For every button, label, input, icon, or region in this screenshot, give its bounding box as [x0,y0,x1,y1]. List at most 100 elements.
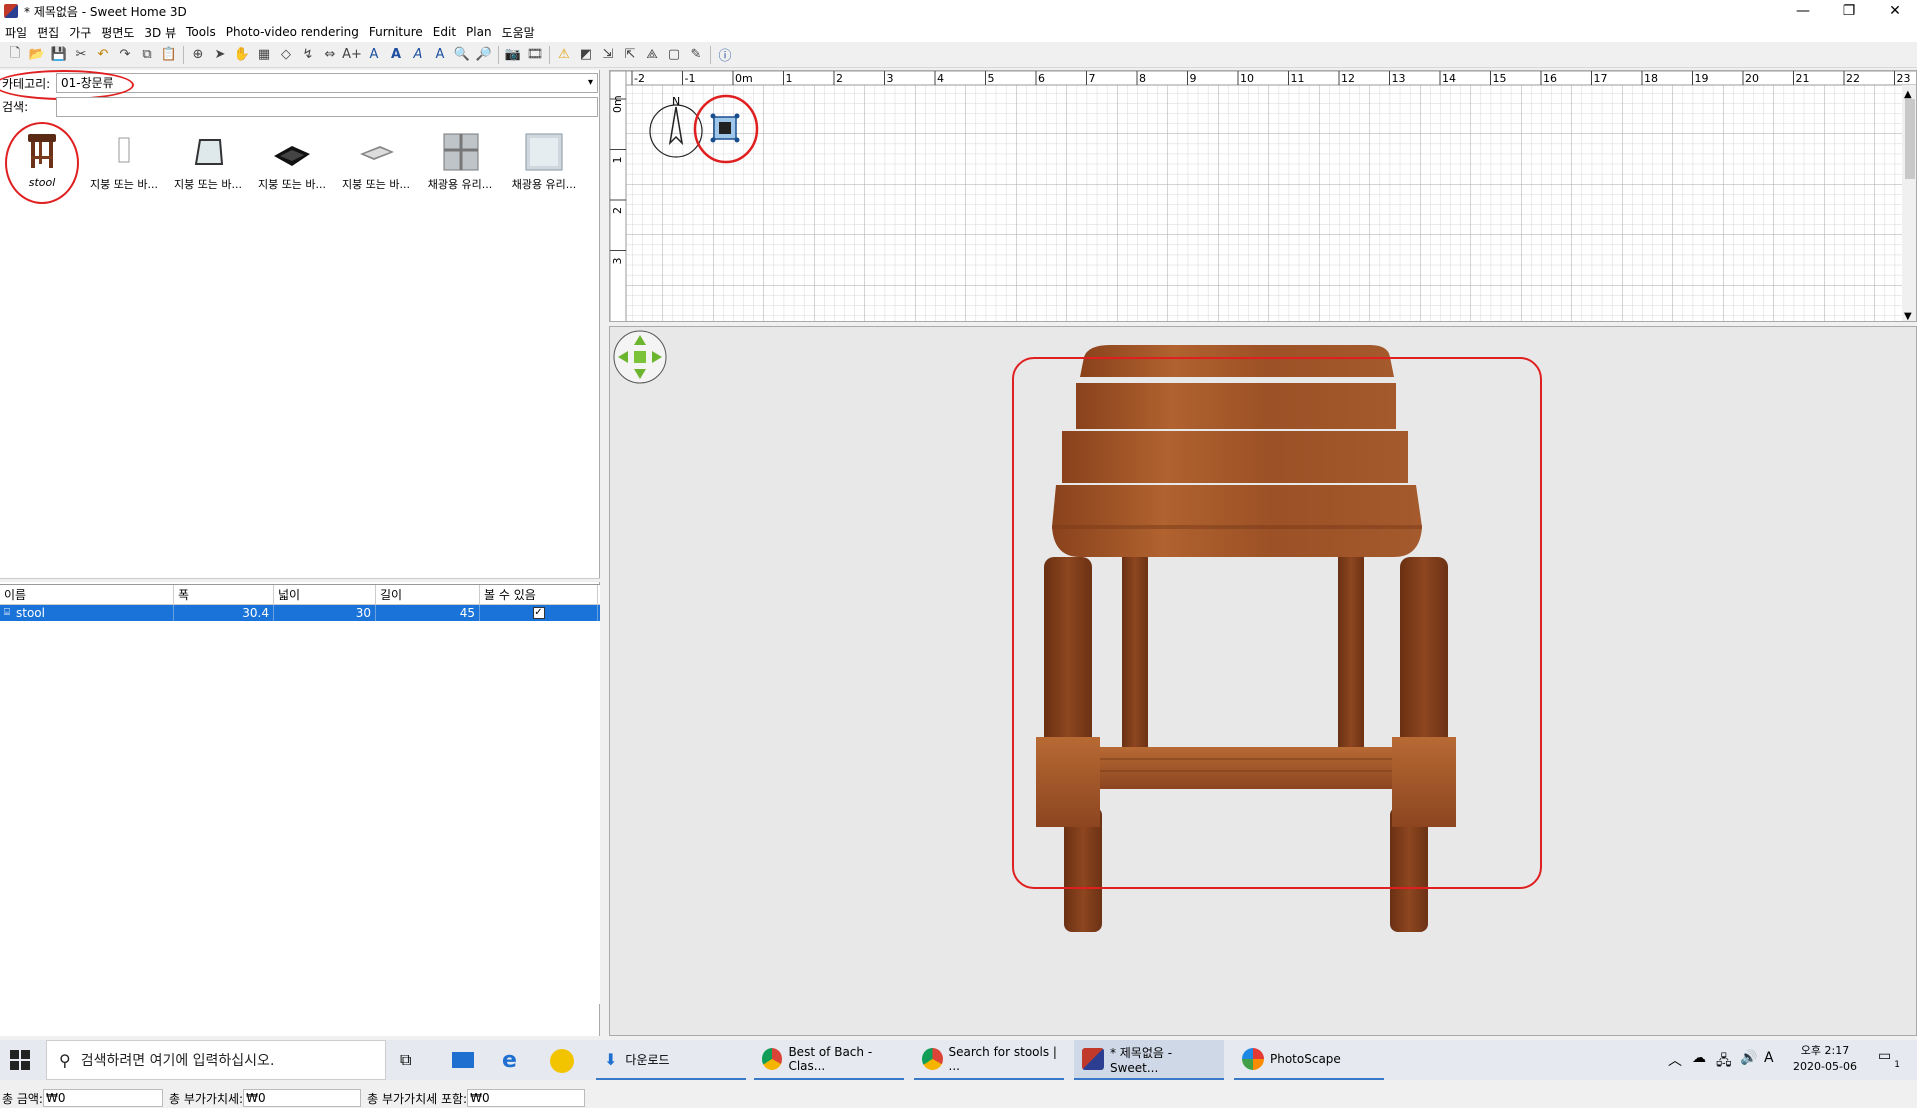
minimize-button[interactable]: — [1780,0,1826,22]
search-row: 검색: [0,96,600,118]
taskbar-app-sweet-home[interactable]: * 제목없음 - Sweet... [1074,1040,1224,1080]
menu-plan[interactable]: 평면도 [96,24,139,41]
column-height[interactable]: 길이 [376,585,480,604]
create-polylines-icon[interactable]: ↯ [297,45,319,65]
taskbar-app-photoscape[interactable]: PhotoScape [1234,1040,1384,1080]
windows-start-icon[interactable] [10,1050,30,1070]
navigation-arrows-icon[interactable] [613,330,667,384]
cut-icon[interactable]: ✂ [70,45,92,65]
ime-indicator[interactable]: A [1764,1050,1774,1066]
table-row[interactable]: ⌸ stool 30.4 30 45 ✓ [0,605,600,621]
add-furniture-icon[interactable]: ⊕ [187,45,209,65]
catalog-item-roof-window-2[interactable]: 지붕 또는 바... [168,126,248,198]
copy-icon[interactable]: ⧉ [136,45,158,65]
text-bold-icon[interactable]: A [385,45,407,65]
furniture-table: 이름 폭 넓이 길이 볼 수 있음 ⌸ stool 30.4 30 45 ✓ [0,584,600,1004]
plugin-export-icon[interactable]: ⇲ [597,45,619,65]
menu-help[interactable]: 도움말 [497,24,540,41]
close-button[interactable]: ✕ [1872,0,1917,22]
menu-plan-plugin[interactable]: Plan [461,25,497,39]
highlight-box-3d-stool [1012,357,1542,889]
menu-edit[interactable]: 편집 [32,24,64,41]
tray-chevron-up-icon[interactable]: ︿ [1668,1050,1682,1070]
create-walls-icon[interactable]: ▦ [253,45,275,65]
text-style-icon[interactable]: A [363,45,385,65]
category-select[interactable]: 01-창문류 ▾ [56,73,598,93]
edge-browser-icon[interactable]: e [502,1048,517,1073]
create-rooms-icon[interactable]: ◇ [275,45,297,65]
help-icon[interactable]: ⓘ [714,45,736,65]
catalog-item-roof-window-1[interactable]: 지붕 또는 바... [84,126,164,198]
ruler-x-label: 3 [887,72,894,85]
taskbar-app-chrome-bach[interactable]: Best of Bach - Clas... [754,1040,904,1080]
column-name[interactable]: 이름 [0,585,174,604]
notification-center-icon[interactable]: ▭ 1 [1878,1048,1900,1070]
plan-scrollbar-thumb[interactable] [1905,99,1915,179]
menu-edit-plugin[interactable]: Edit [428,25,461,39]
roof-window-icon [354,130,398,174]
scroll-down-icon[interactable]: ▼ [1904,311,1912,322]
plugin-tool-icon[interactable]: ◩ [575,45,597,65]
taskbar-app-label: PhotoScape [1270,1052,1341,1066]
text-size-icon[interactable]: A [429,45,451,65]
catalog-item-label: 채광용 유리... [511,178,577,191]
plugin-warning-icon[interactable]: ⚠ [553,45,575,65]
menu-tools[interactable]: Tools [181,25,221,39]
catalog-item-skylight-1[interactable]: 채광용 유리... [420,126,500,198]
search-input[interactable] [56,97,598,117]
menu-3d-view[interactable]: 3D 뷰 [139,24,181,41]
redo-icon[interactable]: ↷ [114,45,136,65]
open-file-icon[interactable]: 📂 [26,45,48,65]
pan-mode-icon[interactable]: ✋ [231,45,253,65]
mail-app-icon[interactable] [452,1052,474,1068]
create-photo-icon[interactable]: 📷 [502,45,524,65]
taskbar-app-downloads[interactable]: ⬇ 다운로드 [596,1040,746,1080]
restore-button[interactable]: ❐ [1826,0,1872,22]
plugin-mirror-icon[interactable]: ⟁ [641,45,663,65]
sweet-home-3d-app-icon [1082,1048,1104,1070]
catalog-item-roof-window-4[interactable]: 지붕 또는 바... [336,126,416,198]
catalog-item-stool[interactable]: stool [2,126,82,198]
zoom-in-icon[interactable]: 🔍 [451,45,473,65]
visible-checkbox[interactable]: ✓ [532,607,545,619]
new-file-icon[interactable]: 🗋 [4,45,26,65]
menu-photo-video-rendering[interactable]: Photo-video rendering [221,25,364,39]
paste-icon[interactable]: 📋 [158,45,180,65]
taskbar-app-chrome-stools[interactable]: Search for stools | ... [914,1040,1064,1080]
create-dimensions-icon[interactable]: ⇔ [319,45,341,65]
pane-divider[interactable] [0,578,600,582]
add-text-icon[interactable]: A+ [341,45,363,65]
create-video-icon[interactable]: 🎞 [524,45,546,65]
menu-furniture-plugin[interactable]: Furniture [364,25,428,39]
scroll-up-icon[interactable]: ▲ [1904,89,1912,100]
catalog-item-skylight-2[interactable]: 채광용 유리... [504,126,584,198]
cell-width: 30.4 [174,605,274,621]
chrome-icon [922,1048,943,1070]
menu-file[interactable]: 파일 [0,24,32,41]
column-visible[interactable]: 볼 수 있음 [480,585,598,604]
column-width[interactable]: 폭 [174,585,274,604]
volume-icon[interactable]: 🔊 [1740,1050,1757,1066]
taskbar-search-input[interactable]: ⚲ 검색하려면 여기에 입력하십시오. [46,1040,386,1080]
network-icon[interactable]: 🖧 [1716,1050,1732,1074]
plugin-frame-icon[interactable]: ▢ [663,45,685,65]
media-player-icon[interactable] [550,1049,574,1073]
plan-view[interactable]: -2 -1 0m 1 2 3 4 5 6 7 8 9 10 11 12 13 14 15 16 17 18 19 20 21 2… [609,70,1917,322]
text-italic-icon[interactable]: A [407,45,429,65]
taskbar-clock[interactable]: 오후 2:17 2020-05-06 [1790,1043,1860,1075]
column-depth[interactable]: 넓이 [274,585,376,604]
catalog-item-roof-window-3[interactable]: 지붕 또는 바... [252,126,332,198]
ruler-y-label: 3 [611,258,624,265]
stool-plan-icon[interactable] [710,113,740,143]
select-mode-icon[interactable]: ➤ [209,45,231,65]
save-icon[interactable]: 💾 [48,45,70,65]
zoom-out-icon[interactable]: 🔎 [473,45,495,65]
ruler-x-label: -1 [685,72,696,85]
task-view-icon[interactable]: ⧉ [400,1050,411,1070]
onedrive-cloud-icon[interactable]: ☁ [1692,1050,1706,1066]
undo-icon[interactable]: ↶ [92,45,114,65]
ruler-x-label: 15 [1493,72,1507,85]
plugin-import-icon[interactable]: ⇱ [619,45,641,65]
menu-furniture[interactable]: 가구 [64,24,96,41]
plugin-brush-icon[interactable]: ✎ [685,45,707,65]
